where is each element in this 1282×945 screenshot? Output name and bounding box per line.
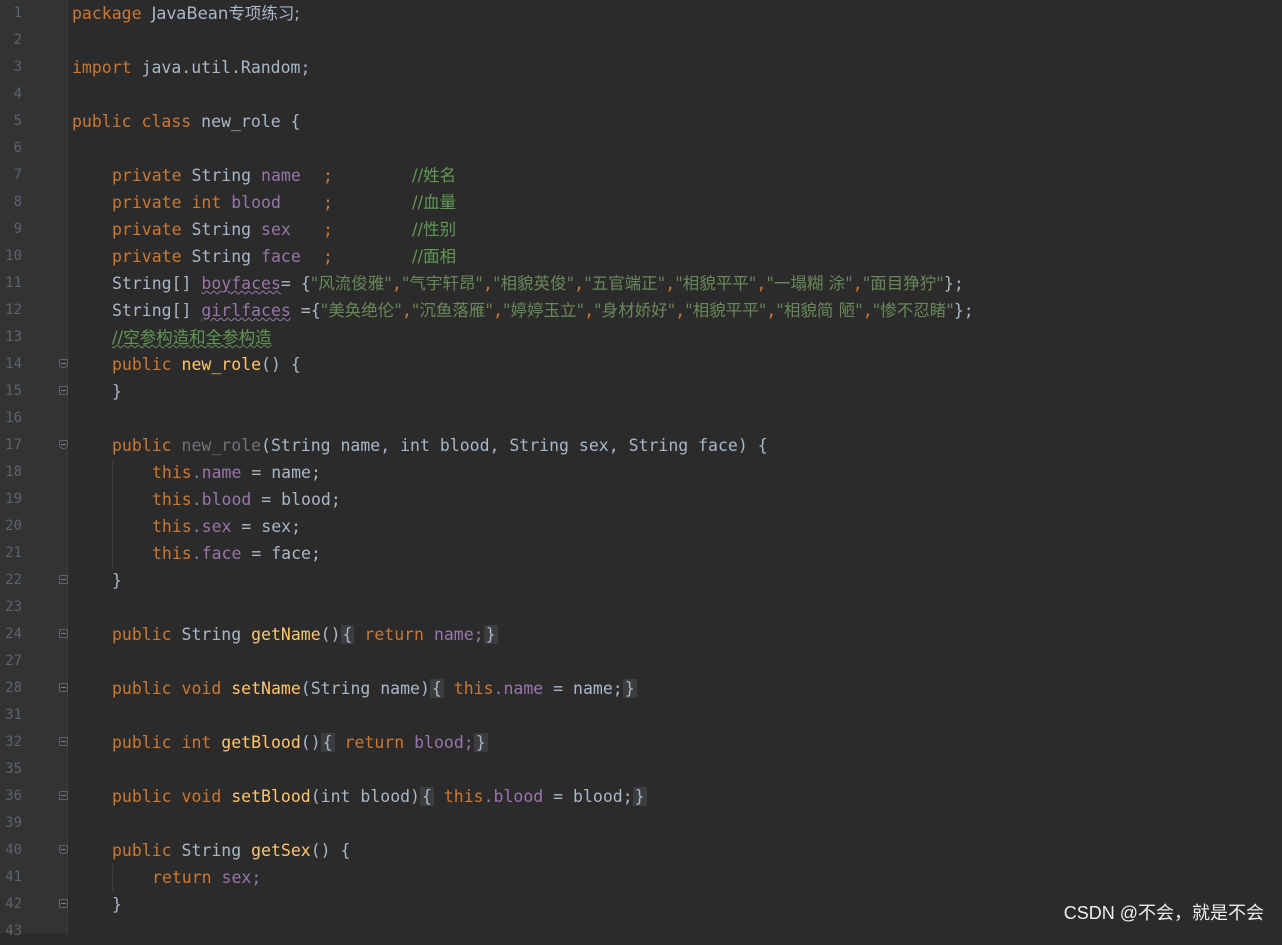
code-line: //性别 [412, 220, 457, 239]
line-number: 3 [13, 59, 22, 75]
line-number: 28 [5, 680, 22, 696]
code-line: public class new_role { [72, 112, 301, 131]
indent-guide [112, 865, 113, 892]
code-line: this.face = face; [152, 544, 321, 563]
code-line: return sex; [152, 868, 262, 887]
code-line: public String getName(){ return name;} [112, 625, 498, 644]
folded-region[interactable]: } [632, 787, 647, 806]
line-number: 15 [5, 383, 22, 399]
line-number: 23 [5, 599, 22, 615]
line-number: 41 [5, 869, 22, 885]
line-number: 31 [5, 707, 22, 723]
code-line: package JavaBean专项练习; [72, 4, 300, 23]
line-number: 4 [13, 86, 22, 102]
code-line: } [112, 571, 122, 590]
code-line: //空参构造和全参构造 [112, 328, 272, 347]
code-line: private String sex [112, 220, 291, 239]
code-line: public String getSex() { [112, 841, 351, 860]
code-line: public new_role(String name, int blood, … [112, 436, 768, 455]
code-line: private String face [112, 247, 301, 266]
line-number: 24 [5, 626, 22, 642]
watermark: CSDN @不会，就是不会 [1063, 903, 1264, 923]
code-area[interactable]: package JavaBean专项练习; import java.util.R… [67, 0, 1282, 933]
line-number: 9 [13, 221, 22, 237]
code-line: public int getBlood(){ return blood;} [112, 733, 488, 752]
line-number: 19 [5, 491, 22, 507]
code-line: this.blood = blood; [152, 490, 341, 509]
folded-region[interactable]: } [622, 679, 637, 698]
code-line: ; [323, 220, 333, 239]
code-editor[interactable]: 1 2 3 4 5 6 7 8 9 10 11 12 13 14 15 16 1… [0, 0, 1282, 939]
indent-guide [112, 460, 113, 568]
folded-region[interactable]: } [483, 625, 498, 644]
code-line: public void setName(String name){ this.n… [112, 679, 637, 698]
code-line: } [112, 382, 122, 401]
line-number: 16 [5, 410, 22, 426]
code-line: this.sex = sex; [152, 517, 302, 536]
line-number: 40 [5, 842, 22, 858]
folded-region[interactable]: { [320, 733, 335, 752]
code-line: import java.util.Random; [72, 58, 311, 77]
code-line: public void setBlood(int blood){ this.bl… [112, 787, 647, 806]
line-number: 39 [5, 815, 22, 831]
line-number: 13 [5, 329, 22, 345]
line-number: 18 [5, 464, 22, 480]
line-number: 36 [5, 788, 22, 804]
line-number: 42 [5, 896, 22, 912]
line-number: 20 [5, 518, 22, 534]
code-line: //面相 [412, 247, 457, 266]
line-number: 12 [5, 302, 22, 318]
code-line: this.name = name; [152, 463, 321, 482]
line-number: 32 [5, 734, 22, 750]
folded-region[interactable]: } [473, 733, 488, 752]
code-line: //血量 [412, 193, 457, 212]
code-line: String[] boyfaces= {"风流俊雅","气宇轩昂","相貌英俊"… [112, 274, 964, 293]
line-number: 7 [13, 167, 22, 183]
line-number: 6 [13, 140, 22, 156]
code-line: ; [323, 247, 333, 266]
line-number: 2 [13, 32, 22, 48]
code-line: public new_role() { [112, 355, 301, 374]
code-line: //姓名 [412, 166, 457, 185]
line-number: 22 [5, 572, 22, 588]
line-number: 35 [5, 761, 22, 777]
folded-region[interactable]: { [420, 787, 434, 806]
code-line: ; [323, 166, 333, 185]
line-number: 5 [13, 113, 22, 129]
line-number: 10 [5, 248, 22, 264]
line-number: 14 [5, 356, 22, 372]
line-number: 1 [13, 5, 22, 21]
line-number: 27 [5, 653, 22, 669]
code-line: ; [323, 193, 333, 212]
line-number: 21 [5, 545, 22, 561]
code-line: String[] girlfaces ={"美奂绝伦","沉鱼落雁","婷婷玉立… [112, 301, 974, 320]
folded-region[interactable]: { [340, 625, 355, 644]
code-line: } [112, 895, 122, 914]
line-number: 17 [5, 437, 22, 453]
code-line: private String name [112, 166, 301, 185]
code-line: private int blood [112, 193, 281, 212]
folded-region[interactable]: { [429, 679, 444, 698]
line-number: 8 [13, 194, 22, 210]
line-number: 43 [5, 923, 22, 939]
line-number: 11 [5, 275, 22, 291]
